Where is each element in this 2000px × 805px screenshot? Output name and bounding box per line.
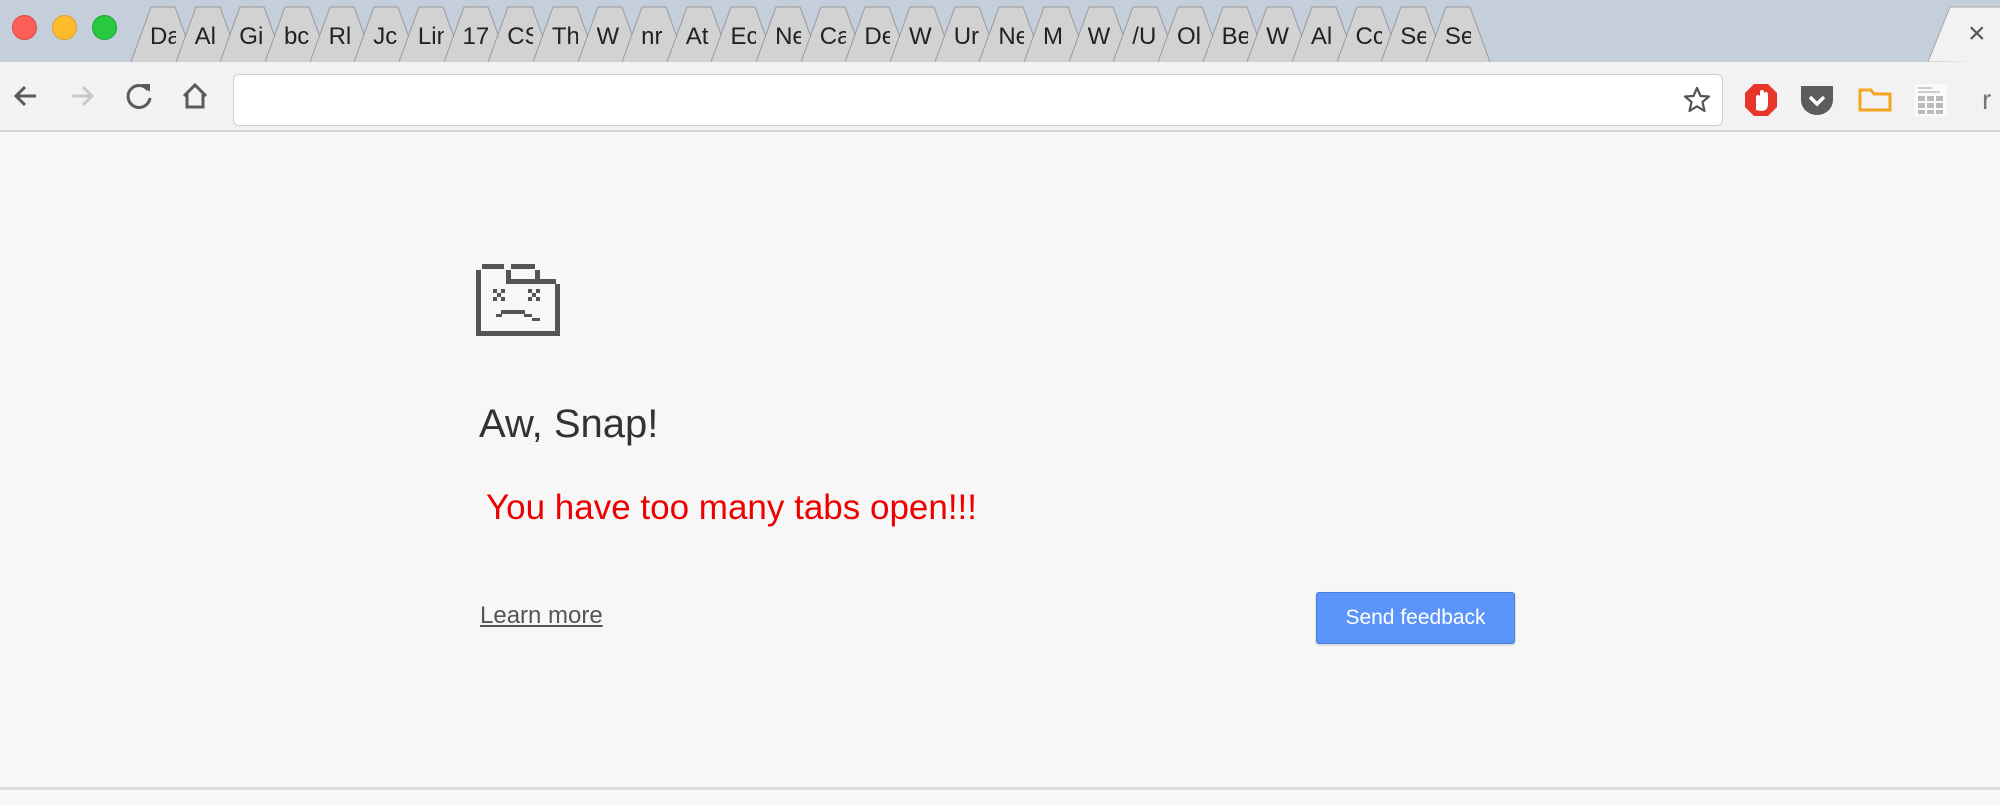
tab-title-text: Gi: [239, 23, 264, 50]
tab-title: Se: [1426, 23, 1490, 58]
tab-title-text: Se: [1400, 23, 1427, 50]
reload-button[interactable]: [121, 78, 157, 114]
tab-title-text: /U: [1132, 23, 1157, 50]
error-heading: Aw, Snap!: [479, 402, 659, 446]
tab-title-text: Lin: [417, 23, 444, 50]
active-tab[interactable]: ×: [1927, 6, 2000, 64]
tab-title-text: Al: [194, 23, 216, 50]
sad-folder-icon: [476, 264, 560, 336]
forward-button[interactable]: [64, 78, 100, 114]
tab-title-text: At: [685, 23, 709, 50]
extension-overflow-label[interactable]: r: [1982, 84, 1991, 116]
tab[interactable]: Se: [1425, 6, 1490, 62]
toolbar: r: [0, 62, 2000, 132]
tab-title-text: Ur: [953, 23, 980, 50]
tab-title-text: Be: [1221, 23, 1248, 50]
tab-title-text: nr: [641, 23, 663, 50]
send-feedback-button[interactable]: Send feedback: [1316, 592, 1515, 644]
tab-title-text: De: [864, 23, 891, 50]
back-button[interactable]: [8, 78, 44, 114]
pocket-icon[interactable]: [1799, 82, 1835, 118]
folder-icon[interactable]: [1857, 82, 1893, 118]
address-input[interactable]: [244, 75, 1648, 127]
tab-title-text: Ca: [819, 23, 846, 50]
tab-strip: Da Al Gi bc Rl Jc Lin 17 CS Th Wnr At Ec Ne Ca De W Ur Ne M…: [0, 0, 2000, 64]
tab-title-text: Al: [1310, 23, 1333, 50]
adblock-icon[interactable]: [1743, 82, 1779, 118]
tab-title-text: Ol: [1176, 23, 1201, 50]
active-tab-shape: [1927, 6, 2000, 64]
error-page: Aw, Snap! You have too many tabs open!!!…: [0, 132, 2000, 790]
tab-title-text: bc: [283, 23, 310, 50]
close-tab-icon[interactable]: ×: [1968, 17, 1986, 51]
bookmark-star-icon[interactable]: [1682, 85, 1712, 115]
tab-title-text: W: [909, 23, 932, 50]
tab-title-text: M: [1043, 23, 1063, 50]
tab-title-text: Cc: [1355, 23, 1382, 50]
tab-title-text: Ne: [998, 23, 1025, 50]
tab-title-text: Ne: [775, 23, 802, 50]
new-tab-page-icon[interactable]: [1913, 82, 1949, 118]
tab-title-text: Rl: [328, 23, 352, 50]
tab-title-text: CS: [507, 23, 534, 50]
tab-title-text: W: [1266, 23, 1289, 50]
tab-title-text: Se: [1444, 23, 1471, 50]
tab-title-text: 17: [462, 23, 489, 50]
error-message: You have too many tabs open!!!: [486, 488, 978, 527]
tab-title-text: Da: [150, 23, 176, 50]
home-button[interactable]: [177, 78, 213, 114]
address-bar[interactable]: [233, 74, 1723, 127]
learn-more-link[interactable]: Learn more: [480, 602, 603, 630]
tab-title-text: W: [1087, 23, 1111, 50]
tab-title-text: Th: [551, 23, 578, 50]
tab-title-text: Jc: [373, 23, 398, 50]
tab-title-text: Ec: [730, 23, 757, 50]
tab-title-text: W: [596, 23, 620, 50]
tabs-container: Da Al Gi bc Rl Jc Lin 17 CS Th Wnr At Ec Ne Ca De W Ur Ne M…: [0, 0, 2000, 62]
